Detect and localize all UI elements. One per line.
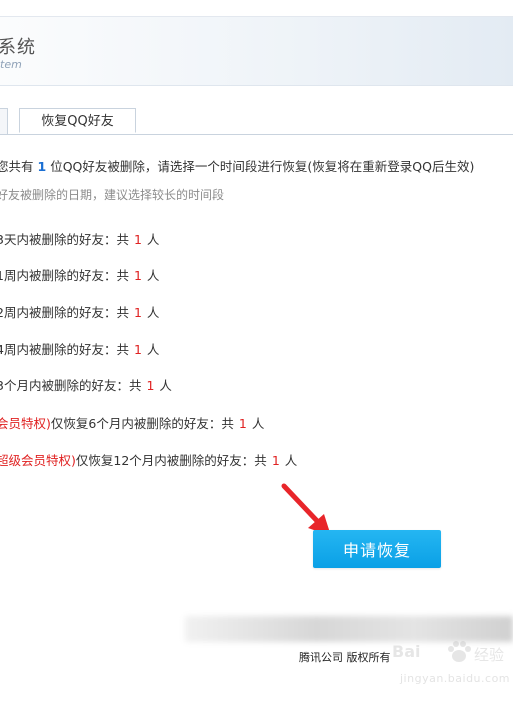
option-row[interactable]: 会员特权)仅恢复6个月内被删除的好友：共 1 人 (0, 413, 264, 432)
watermark-brand: 经验 (474, 646, 505, 664)
option-vip-tag: 超级会员特权) (0, 453, 76, 468)
option-unit: 人 (284, 453, 298, 468)
tab-previous[interactable] (0, 108, 8, 134)
option-unit: 人 (251, 416, 265, 431)
option-count: 1 (133, 342, 142, 357)
option-label: 仅恢复12个月内被删除的好友：共 (75, 453, 267, 468)
option-count: 1 (271, 453, 280, 468)
option-count: 1 (133, 232, 142, 247)
banner-subtitle: tem (0, 58, 22, 71)
option-label: 3个月内被删除的好友：共 (0, 378, 142, 393)
option-unit: 人 (159, 378, 172, 393)
option-unit: 人 (146, 305, 160, 320)
watermark-url: jingyan.baidu.com (400, 672, 511, 685)
option-row[interactable]: 4周内被删除的好友：共 1 人 (0, 339, 159, 358)
intro-count: 1 (37, 159, 47, 174)
tab-restore-qq-friends[interactable]: 恢复QQ好友 (19, 108, 136, 133)
intro-text: 您共有 1 位QQ好友被删除，请选择一个时间段进行恢复(恢复将在重新登录QQ后生效) (0, 156, 474, 175)
option-label: 仅恢复6个月内被删除的好友：共 (50, 416, 234, 431)
baidu-paw-icon (448, 641, 471, 662)
intro-prefix: 您共有 (0, 159, 34, 174)
banner-title: 系统 (0, 37, 36, 58)
option-row[interactable]: 2周内被删除的好友：共 1 人 (0, 302, 159, 321)
intro-hint: 好友被删除的日期，建议选择较长的时间段 (0, 188, 225, 202)
option-count: 1 (146, 378, 155, 393)
option-label: 4周内被删除的好友：共 (0, 342, 129, 357)
top-bar (0, 0, 513, 17)
tab-bar: 恢复QQ好友 (0, 108, 513, 135)
intro-suffix: 位QQ好友被删除，请选择一个时间段进行恢复(恢复将在重新登录QQ后生效) (50, 159, 475, 174)
option-row[interactable]: 3个月内被删除的好友：共 1 人 (0, 375, 172, 394)
option-unit: 人 (146, 342, 160, 357)
option-label: 1周内被删除的好友：共 (0, 268, 129, 283)
footer-copyright: 腾讯公司 版权所有 (299, 651, 391, 664)
option-unit: 人 (146, 268, 160, 283)
option-row[interactable]: 3天内被删除的好友：共 1 人 (0, 229, 159, 248)
option-row[interactable]: 超级会员特权)仅恢复12个月内被删除的好友：共 1 人 (0, 450, 297, 469)
option-label: 2周内被删除的好友：共 (0, 305, 129, 320)
option-label: 3天内被删除的好友：共 (0, 232, 129, 247)
blurred-links (185, 616, 513, 642)
header-banner: 系统 tem (0, 17, 513, 86)
option-row[interactable]: 1周内被删除的好友：共 1 人 (0, 265, 159, 284)
option-count: 1 (238, 416, 247, 431)
option-unit: 人 (146, 232, 160, 247)
option-vip-tag: 会员特权) (0, 416, 51, 431)
baidu-watermark: Bai 经验 jingyan.baidu.com (390, 640, 513, 698)
option-count: 1 (133, 268, 142, 283)
option-count: 1 (133, 305, 142, 320)
watermark-logo: Bai (392, 642, 421, 661)
apply-restore-button[interactable]: 申请恢复 (313, 530, 441, 568)
